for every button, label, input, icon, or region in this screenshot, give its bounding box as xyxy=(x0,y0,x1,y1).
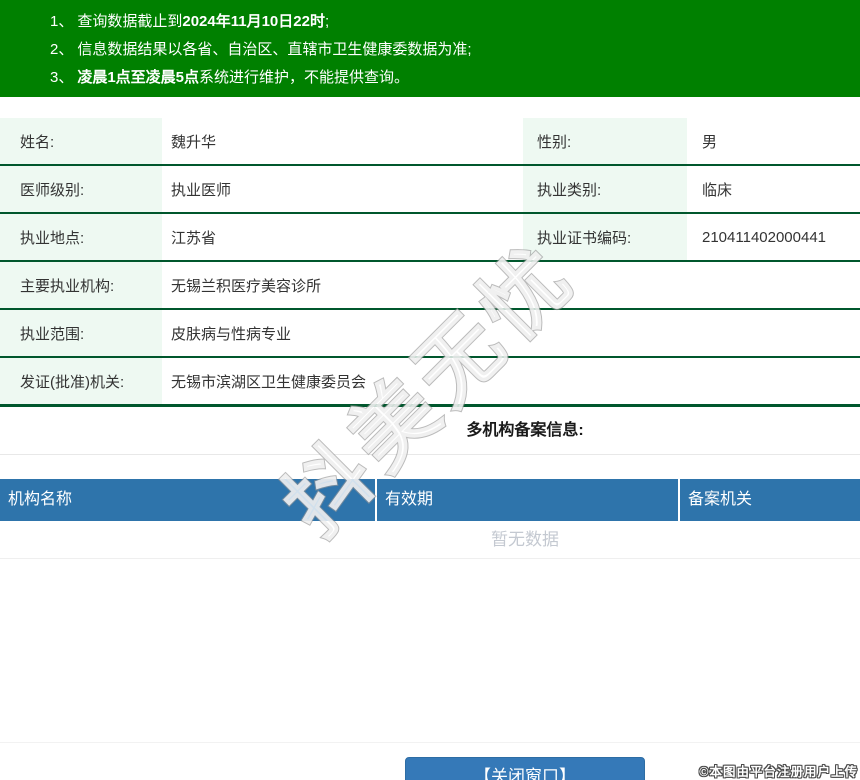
scope-value: 皮肤病与性病专业 xyxy=(162,309,860,358)
notice-number: 3、 xyxy=(50,69,74,86)
table-row: 执业范围: 皮肤病与性病专业 xyxy=(0,309,860,358)
name-label: 姓名: xyxy=(0,118,162,166)
org-value: 无锡兰积医疗美容诊所 xyxy=(162,261,860,310)
column-header-institution: 机构名称 xyxy=(8,491,73,508)
notice-line-3: 3、 凌晨1点至凌晨5点系统进行维护，不能提供查询。 xyxy=(50,64,850,92)
page: 1、 查询数据截止到2024年11月10日22时; 2、 信息数据结果以各省、自治区… xyxy=(0,0,860,780)
notice-line-2: 2、 信息数据结果以各省、自治区、直辖市卫生健康委数据为准; xyxy=(50,36,850,64)
upload-note-watermark: ©本图由平台注册用户上传 xyxy=(699,765,858,779)
notice-text: ; xyxy=(324,13,330,30)
notice-line-1: 1、 查询数据截止到2024年11月10日22时; xyxy=(50,8,850,36)
doctor-profile-table: 姓名: 魏升华 性别: 男 医师级别: 执业医师 执业类别: 临床 执业地点: … xyxy=(0,118,860,407)
close-window-button[interactable]: 【关闭窗口】 xyxy=(405,757,645,780)
category-value: 临床 xyxy=(687,165,860,214)
cert-value: 210411402000441 xyxy=(687,213,860,262)
notice-number: 1、 xyxy=(50,13,74,30)
column-header-authority: 备案机关 xyxy=(678,479,860,521)
notice-bar: 1、 查询数据截止到2024年11月10日22时; 2、 信息数据结果以各省、自治区… xyxy=(0,0,860,97)
scope-label: 执业范围: xyxy=(0,309,162,358)
table-row: 执业地点: 江苏省 执业证书编码: 210411402000441 xyxy=(0,213,860,262)
gender-value: 男 xyxy=(687,118,860,166)
table-row: 主要执业机构: 无锡兰积医疗美容诊所 xyxy=(0,261,860,310)
level-value: 执业医师 xyxy=(162,165,523,214)
name-value: 魏升华 xyxy=(162,118,523,166)
notice-text: 系统进行维护，不能提供查询。 xyxy=(199,69,410,86)
table-row: 姓名: 魏升华 性别: 男 xyxy=(0,118,860,166)
column-header-validity: 有效期 xyxy=(375,479,678,521)
table-row: 医师级别: 执业医师 执业类别: 临床 xyxy=(0,165,860,214)
place-value: 江苏省 xyxy=(162,213,523,262)
notice-text: 查询数据截止到 xyxy=(77,13,183,30)
org-label: 主要执业机构: xyxy=(0,261,162,310)
place-label: 执业地点: xyxy=(0,213,162,262)
authority-value: 无锡市滨湖区卫生健康委员会 xyxy=(162,357,860,407)
gender-label: 性别: xyxy=(523,118,687,166)
notice-text-bold: 2024年11月10日22时 xyxy=(182,13,325,30)
filing-section-title: 多机构备案信息: xyxy=(0,407,860,455)
cert-label: 执业证书编码: xyxy=(523,213,687,262)
notice-text-bold: 凌晨1点至凌晨5点 xyxy=(77,69,200,86)
authority-label: 发证(批准)机关: xyxy=(0,357,162,407)
level-label: 医师级别: xyxy=(0,165,162,214)
filing-table-header: 机构名称 有效期 备案机关 xyxy=(0,479,860,521)
table-row: 发证(批准)机关: 无锡市滨湖区卫生健康委员会 xyxy=(0,357,860,407)
notice-text: 信息数据结果以各省、自治区、直辖市卫生健康委数据为准; xyxy=(77,41,472,58)
notice-number: 2、 xyxy=(50,41,74,58)
category-label: 执业类别: xyxy=(523,165,687,214)
empty-data-placeholder: 暂无数据 xyxy=(0,521,860,559)
